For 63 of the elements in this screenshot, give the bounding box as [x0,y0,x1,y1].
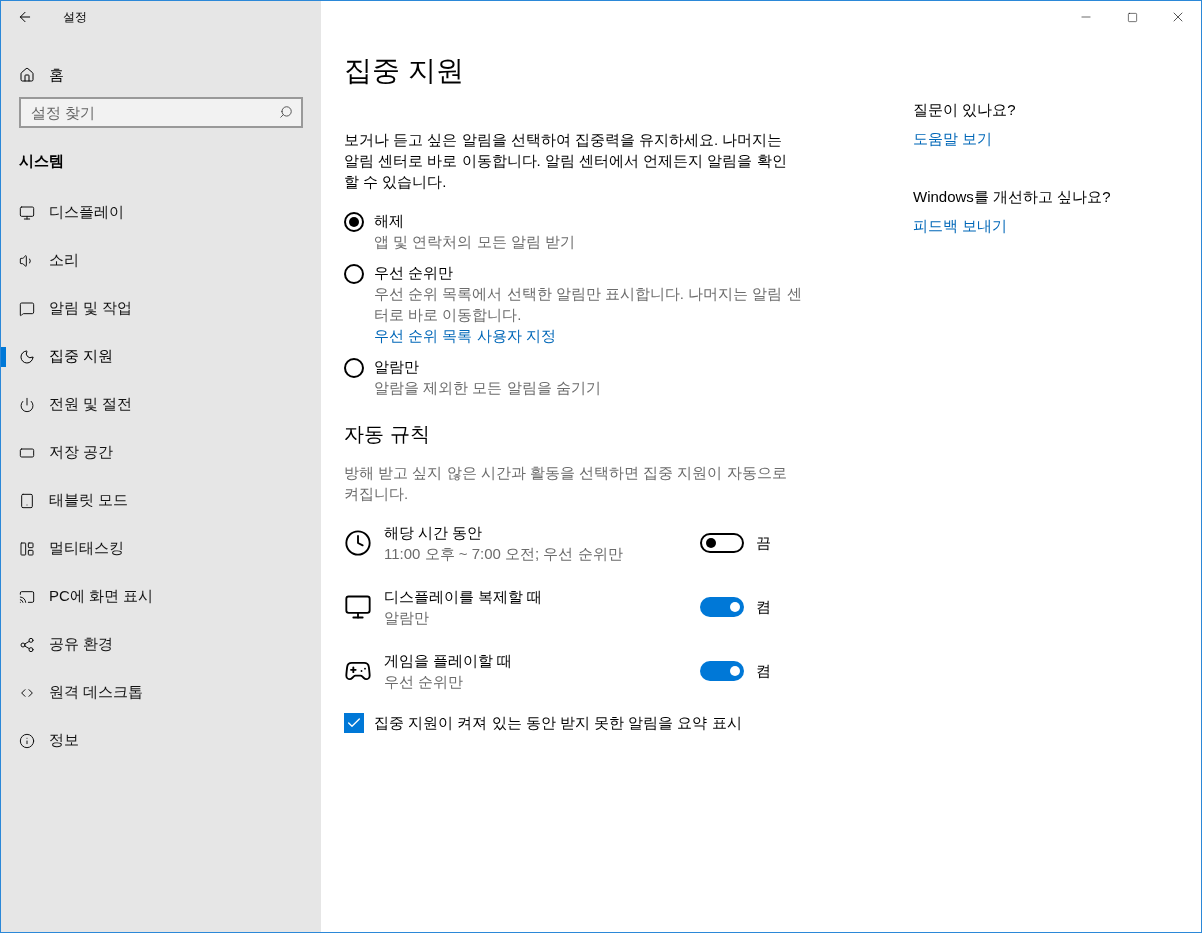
toggle-switch[interactable] [700,533,744,553]
section-heading: 자동 규칙 [344,422,431,447]
option-label: 우선 순위만 [374,263,455,283]
option-description: 우선 순위 목록에서 선택한 알림만 표시합니다. 나머지는 알림 센터로 바로 이동합니다. [374,284,803,325]
sidebar-item[interactable]: 전원 및 절전 [19,386,133,423]
description-text: 보거나 듣고 싶은 알림을 선택하여 집중력을 유지하세요. 나머지는 알림 센터로 바로 이동합니다. 알림 센터에서 언제든지 알림을 확인할 수 있습니다. [344,130,788,192]
speech-bubble-icon [19,300,35,317]
home-nav-item[interactable]: 홈 [1,57,321,93]
back-arrow-icon [17,9,33,25]
customize-link[interactable]: 우선 순위 목록 사용자 지정 [374,325,556,346]
sidebar-item[interactable]: 정보 [19,722,79,759]
moon-icon [19,348,35,365]
rules-description: 방해 받고 싶지 않은 시간과 활동을 선택하면 집중 지원이 자동으로 켜집니다. [344,463,788,504]
checkbox-label: 집중 지원이 켜져 있는 동안 받지 못한 알림을 요약 표시 [374,713,742,733]
home-icon [19,67,35,83]
sidebar-item[interactable]: 저장 공간 [19,434,114,471]
monitor-icon [19,204,35,221]
clock-icon [344,529,372,557]
toggle-switch[interactable] [700,597,744,617]
help-question: 질문이 있나요? [913,100,1017,120]
sidebar-item[interactable]: 태블릿 모드 [19,482,129,519]
info-icon [19,732,35,749]
sidebar-item[interactable]: 알림 및 작업 [19,290,133,327]
sidebar-item[interactable]: PC에 화면 표시 [19,578,154,615]
option-label: 해제 [374,211,405,231]
toggle-state: 켬 [756,596,771,617]
rule-detail: 알람만 [384,608,430,628]
radio-button[interactable] [344,264,364,284]
help-question: Windows를 개선하고 싶나요? [913,187,1112,207]
maximize-icon [1126,11,1138,23]
page-title: 집중 지원 [344,54,465,88]
help-link[interactable]: 도움말 보기 [913,127,993,150]
rule-label: 디스플레이를 복제할 때 [384,587,544,607]
sidebar-item[interactable]: 소리 [19,242,79,279]
rule-detail: 11:00 오후 ~ 7:00 오전; 우선 순위만 [384,544,624,564]
sidebar-item[interactable]: 공유 환경 [19,626,114,663]
power-icon [19,396,35,413]
option-description: 앱 및 연락처의 모든 알림 받기 [374,232,576,252]
share-icon [19,636,35,653]
sidebar-item[interactable]: 디스플레이 [19,194,124,231]
search-field[interactable]: 설정 찾기 [19,97,303,128]
screen-cast-icon [19,588,35,605]
search-icon [279,105,293,119]
sidebar-item[interactable]: 멀티태스킹 [19,530,124,567]
monitor-icon [344,593,372,621]
rule-label: 게임을 플레이할 때 [384,651,514,671]
radio-button[interactable] [344,212,364,232]
toggle-state: 켬 [756,660,771,681]
option-label: 알람만 [374,357,420,377]
help-link[interactable]: 피드백 보내기 [913,214,1008,237]
option-description: 알람을 제외한 모든 알림을 숨기기 [374,378,602,398]
rule-detail: 우선 순위만 [384,672,465,692]
checkbox[interactable] [344,713,364,734]
radio-button[interactable] [344,358,364,378]
toggle-switch[interactable] [700,661,744,681]
window-panels-icon [19,540,35,557]
tablet-icon [19,492,35,509]
rule-label: 해당 시간 동안 [384,523,484,543]
section-heading: 시스템 [19,151,65,171]
window-title: 설정 [63,9,87,26]
toggle-state: 끔 [756,532,771,553]
sidebar-item[interactable]: 원격 데스크톱 [19,674,144,711]
sidebar-item[interactable]: 집중 지원 [19,338,114,375]
